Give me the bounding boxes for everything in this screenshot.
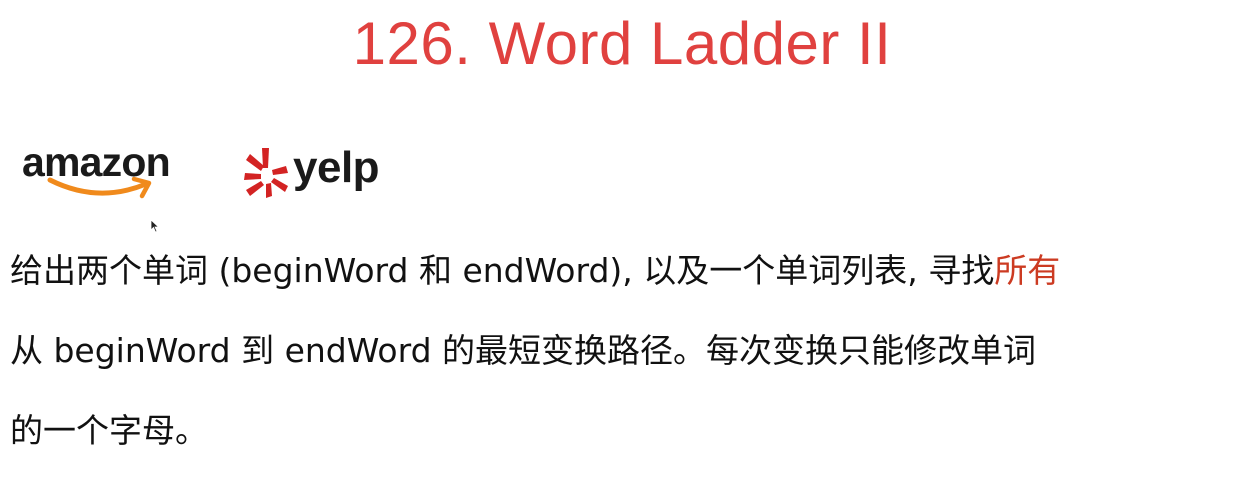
slide-title: 126. Word Ladder II bbox=[352, 10, 892, 77]
yelp-wordmark: yelp bbox=[293, 143, 380, 192]
yelp-logo: yelp bbox=[242, 142, 392, 202]
description-highlight-all: 所有 bbox=[994, 251, 1061, 290]
description-line-1-text: 给出两个单词 (beginWord 和 endWord), 以及一个单词列表, … bbox=[10, 251, 995, 290]
mouse-cursor-icon bbox=[150, 218, 160, 237]
description-line-3: 的一个字母。 bbox=[10, 411, 208, 450]
amazon-smile-icon bbox=[47, 176, 152, 199]
amazon-logo: amazon bbox=[22, 138, 197, 204]
yelp-burst-icon bbox=[244, 148, 288, 198]
description-line-1: 给出两个单词 (beginWord 和 endWord), 以及一个单词列表, … bbox=[10, 238, 1240, 318]
slide: 126. Word Ladder II amazon yelp 给出两个单词 (… bbox=[0, 0, 1244, 480]
problem-description: 给出两个单词 (beginWord 和 endWord), 以及一个单词列表, … bbox=[10, 238, 1240, 478]
description-line-2: 从 beginWord 到 endWord 的最短变换路径。每次变换只能修改单词 bbox=[10, 331, 1037, 370]
